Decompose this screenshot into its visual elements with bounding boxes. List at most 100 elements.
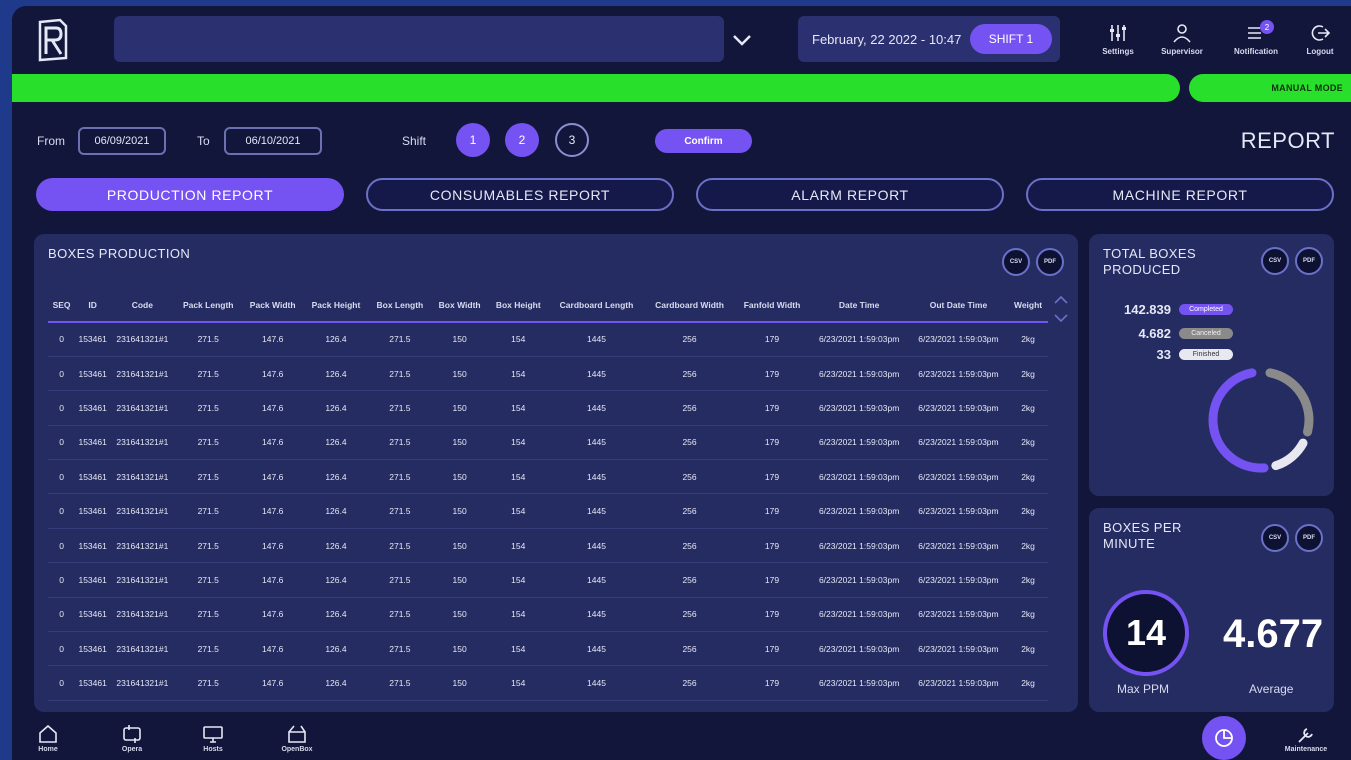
column-header[interactable]: Box Width — [431, 288, 489, 323]
total-pdf-button[interactable]: PDF — [1295, 247, 1323, 275]
table-cell: 154 — [488, 459, 549, 495]
table-row[interactable]: 0 153461 231641321#1 271.5 147.6 126.4 271.5 15… — [48, 665, 1048, 701]
column-header[interactable]: Pack Width — [241, 288, 304, 323]
from-label: From — [37, 134, 65, 148]
column-header[interactable]: Out Date Time — [908, 288, 1009, 323]
column-header[interactable]: Cardboard Length — [548, 288, 645, 323]
table-cell: 6/23/2021 1:59:03pm — [908, 665, 1009, 701]
bpm-pdf-button[interactable]: PDF — [1295, 524, 1323, 552]
table-row[interactable]: 0 153461 231641321#1 271.5 147.6 126.4 271.5 15… — [48, 528, 1048, 564]
table-cell: 126.4 — [303, 356, 369, 392]
machine-status-bar — [12, 74, 1180, 102]
csv-export-button[interactable]: CSV — [1002, 248, 1030, 276]
shift-2-toggle[interactable]: 2 — [505, 123, 539, 157]
nav-maintenance[interactable]: Maintenance — [1276, 724, 1336, 760]
table-cell: 1445 — [548, 597, 645, 633]
table-cell: 271.5 — [174, 665, 242, 701]
pie-chart-icon — [1215, 729, 1233, 747]
table-cell: 271.5 — [174, 597, 242, 633]
table-cell: 6/23/2021 1:59:03pm — [809, 562, 909, 598]
tab-production-report[interactable]: PRODUCTION REPORT — [36, 178, 344, 211]
reports-fab[interactable] — [1202, 716, 1246, 760]
column-header[interactable]: Fanfold Width — [734, 288, 810, 323]
column-header[interactable]: ID — [75, 288, 111, 323]
max-ppm-value: 14 — [1103, 590, 1189, 676]
table-cell: 0 — [48, 390, 76, 426]
table-cell: 126.4 — [303, 631, 369, 667]
table-cell: 231641321#1 — [110, 425, 175, 461]
tab-consumables-report[interactable]: CONSUMABLES REPORT — [366, 178, 674, 211]
supervisor-button[interactable]: Supervisor — [1156, 22, 1208, 62]
column-header[interactable]: Code — [110, 288, 175, 323]
table-row[interactable]: 0 153461 231641321#1 271.5 147.6 126.4 271.5 15… — [48, 425, 1048, 461]
table-row[interactable]: 0 153461 231641321#1 271.5 147.6 126.4 271.5 15… — [48, 597, 1048, 633]
table-cell: 271.5 — [174, 322, 242, 357]
nav-hosts[interactable]: Hosts — [183, 724, 243, 760]
table-cell: 271.5 — [174, 390, 242, 426]
table-row[interactable]: 0 153461 231641321#1 271.5 147.6 126.4 271.5 15… — [48, 459, 1048, 495]
tab-alarm-report[interactable]: ALARM REPORT — [696, 178, 1004, 211]
page-title: REPORT — [1240, 128, 1335, 153]
to-date-input[interactable] — [224, 127, 322, 155]
table-cell: 256 — [644, 322, 735, 357]
table-row[interactable]: 0 153461 231641321#1 271.5 147.6 126.4 271.5 15… — [48, 356, 1048, 392]
table-row[interactable]: 0 153461 231641321#1 271.5 147.6 126.4 271.5 15… — [48, 631, 1048, 667]
table-cell: 153461 — [75, 322, 111, 357]
table-cell: 179 — [734, 631, 810, 667]
manual-mode-badge[interactable]: MANUAL MODE — [1189, 74, 1351, 102]
table-cell: 179 — [734, 459, 810, 495]
column-header[interactable]: SEQ — [48, 288, 76, 323]
pdf-export-button[interactable]: PDF — [1036, 248, 1064, 276]
table-cell: 153461 — [75, 459, 111, 495]
bpm-csv-button[interactable]: CSV — [1261, 524, 1289, 552]
nav-maintenance-label: Maintenance — [1284, 746, 1328, 753]
average-label: Average — [1249, 682, 1294, 696]
brand-logo — [38, 18, 68, 62]
table-cell: 6/23/2021 1:59:03pm — [809, 597, 909, 633]
table-cell: 231641321#1 — [110, 356, 175, 392]
nav-home[interactable]: Home — [18, 724, 78, 760]
column-header[interactable]: Weight — [1008, 288, 1048, 323]
column-header[interactable]: Date Time — [809, 288, 909, 323]
table-row[interactable]: 0 153461 231641321#1 271.5 147.6 126.4 271.5 15… — [48, 322, 1048, 357]
settings-button[interactable]: Settings — [1092, 22, 1144, 62]
table-cell: 150 — [431, 322, 489, 357]
table-cell: 6/23/2021 1:59:03pm — [809, 390, 909, 426]
datetime-display: February, 22 2022 - 10:47 SHIFT 1 — [798, 16, 1060, 62]
table-cell: 2kg — [1008, 322, 1048, 357]
column-header[interactable]: Box Length — [368, 288, 432, 323]
shift-button[interactable]: SHIFT 1 — [970, 24, 1052, 54]
logout-button[interactable]: Logout — [1294, 22, 1346, 62]
column-header[interactable]: Pack Height — [303, 288, 369, 323]
shift-3-toggle[interactable]: 3 — [555, 123, 589, 157]
notification-badge: 2 — [1260, 20, 1274, 34]
table-cell: 256 — [644, 493, 735, 529]
boxes-per-minute-title: BOXES PER MINUTE — [1103, 520, 1182, 551]
nav-opera[interactable]: Opera — [102, 724, 162, 760]
nav-openbox[interactable]: OpenBox — [267, 724, 327, 760]
table-cell: 126.4 — [303, 493, 369, 529]
notification-button[interactable]: 2 Notification — [1230, 20, 1282, 62]
column-header[interactable]: Cardboard Width — [644, 288, 735, 323]
table-row[interactable]: 0 153461 231641321#1 271.5 147.6 126.4 271.5 15… — [48, 493, 1048, 529]
table-cell: 126.4 — [303, 665, 369, 701]
from-date-input[interactable] — [78, 127, 166, 155]
table-cell: 231641321#1 — [110, 631, 175, 667]
chevron-down-icon[interactable] — [730, 28, 754, 52]
table-cell: 0 — [48, 597, 76, 633]
table-body: 0 153461 231641321#1 271.5 147.6 126.4 271.5 15… — [48, 322, 1048, 701]
shift-1-toggle[interactable]: 1 — [456, 123, 490, 157]
confirm-button[interactable]: Confirm — [655, 129, 752, 153]
table-cell: 271.5 — [368, 425, 432, 461]
table-row[interactable]: 0 153461 231641321#1 271.5 147.6 126.4 271.5 15… — [48, 390, 1048, 426]
column-header[interactable]: Box Height — [488, 288, 549, 323]
table-cell: 153461 — [75, 425, 111, 461]
total-csv-button[interactable]: CSV — [1261, 247, 1289, 275]
column-header[interactable]: Pack Length — [174, 288, 242, 323]
table-cell: 256 — [644, 631, 735, 667]
line-select[interactable] — [114, 16, 724, 62]
logout-icon — [1311, 25, 1331, 41]
tab-machine-report[interactable]: MACHINE REPORT — [1026, 178, 1334, 211]
sort-arrows-icon[interactable] — [1052, 292, 1070, 326]
table-row[interactable]: 0 153461 231641321#1 271.5 147.6 126.4 271.5 15… — [48, 562, 1048, 598]
